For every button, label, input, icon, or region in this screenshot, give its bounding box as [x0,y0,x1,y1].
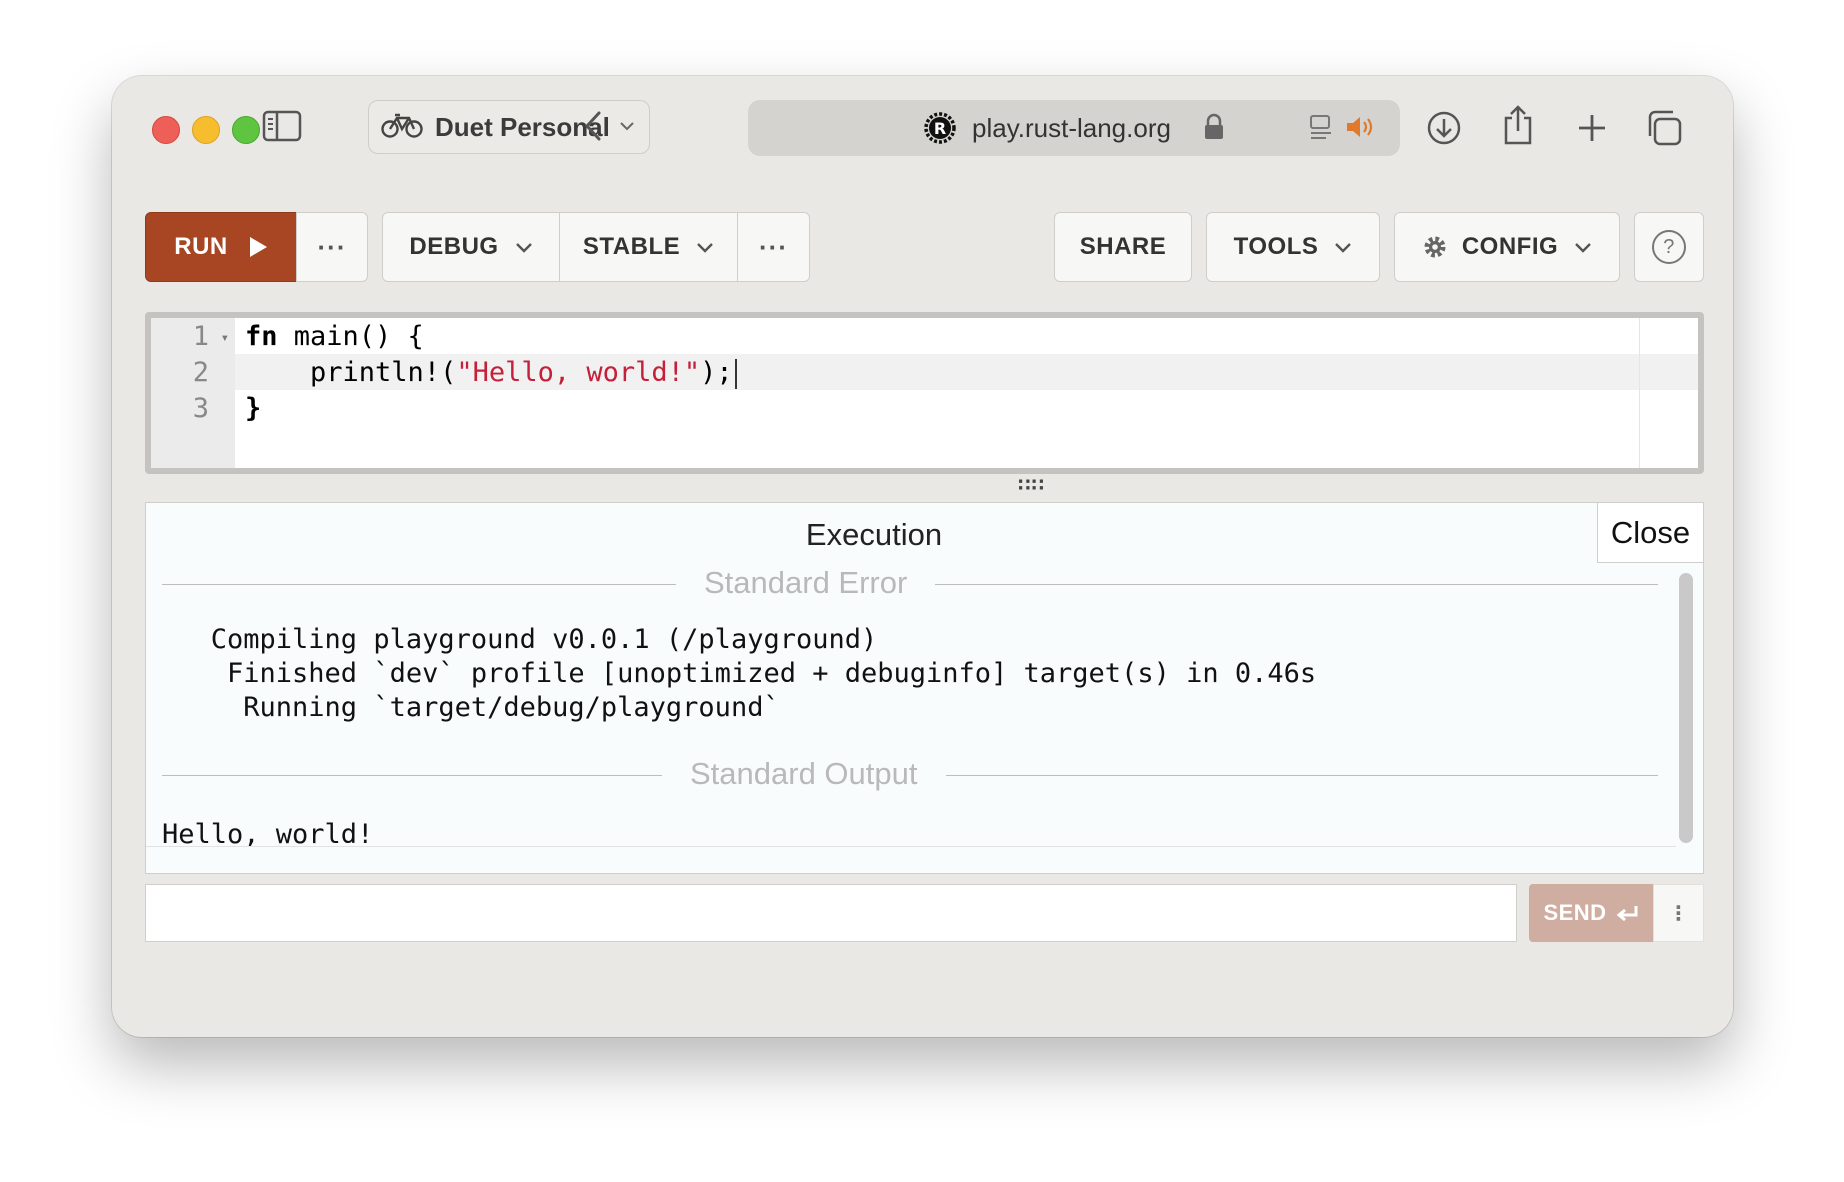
help-icon: ? [1652,230,1686,264]
code-line: } [245,393,261,424]
lock-icon [1204,113,1224,146]
zoom-window-button[interactable] [232,116,260,144]
keyword: fn [245,321,278,352]
print-margin [1639,318,1640,468]
line-number: 2 [192,357,209,388]
line-number: 3 [192,393,209,424]
url-text: play.rust-lang.org [972,113,1171,143]
stderr-line: Compiling playground v0.0.1 (/playground… [162,624,878,655]
reader-mode-icon[interactable] [1308,114,1334,147]
help-glyph: ? [1663,235,1675,258]
code-text: ); [700,357,733,388]
play-icon [248,236,268,258]
fold-arrow-icon[interactable]: ▾ [221,330,229,346]
close-window-button[interactable] [152,116,180,144]
output-panel: Execution Close Standard Error Compiling… [145,502,1704,874]
config-label: CONFIG [1461,233,1559,260]
tools-dropdown[interactable]: TOOLS [1206,212,1380,282]
sidebar-toggle-icon[interactable] [260,104,304,148]
output-footer [146,846,1676,873]
run-button-label: RUN [174,233,228,260]
stdin-input[interactable] [145,884,1517,942]
code-line: println!("Hello, world!"); [245,357,737,389]
gear-icon [1422,234,1448,260]
title-bar: Duet Personal R play.rust-lang.org [112,76,1733,188]
stderr-line: Finished `dev` profile [unoptimized + de… [162,658,1317,689]
stdin-options-button[interactable]: ⋮ [1653,884,1704,942]
chevron-down-icon [696,233,714,261]
share-button[interactable]: SHARE [1054,212,1192,282]
new-tab-icon[interactable] [1570,106,1614,150]
string-literal: "Hello, world!" [456,357,701,388]
back-icon[interactable] [578,106,608,146]
chevron-down-icon [620,118,634,136]
address-bar[interactable]: R play.rust-lang.org [748,100,1400,156]
output-scrollbar[interactable] [1679,573,1693,843]
code-text: main() { [277,321,424,352]
bicycle-icon [381,112,423,143]
mode-dropdown[interactable]: DEBUG [382,212,560,282]
resize-grip-icon[interactable]: ∷∷ [1018,476,1045,494]
chevron-down-icon [1574,233,1592,261]
close-output-button[interactable]: Close [1597,503,1703,563]
line-number-gutter: 1 ▾ 2 3 [151,318,235,468]
minimize-window-button[interactable] [192,116,220,144]
rust-logo-icon: R [924,112,956,149]
channel-dropdown[interactable]: STABLE [559,212,738,282]
svg-text:R: R [934,119,946,138]
line-number: 1 [192,321,209,352]
code-text: } [245,393,262,424]
tab-overview-icon[interactable] [1640,104,1688,152]
stdout-header: Standard Output [662,756,946,792]
stderr-line: Running `target/debug/playground` [162,692,780,723]
run-button[interactable]: RUN [145,212,297,282]
help-button[interactable]: ? [1634,212,1704,282]
run-more-button[interactable]: ··· [296,212,368,282]
vertical-ellipsis-icon: ⋮ [1668,902,1689,925]
stderr-header: Standard Error [676,565,936,601]
text-cursor [734,358,737,389]
tools-label: TOOLS [1233,233,1319,260]
code-text: println!( [245,357,457,388]
ellipsis-icon: ··· [317,231,347,262]
speaker-icon[interactable] [1344,112,1376,147]
share-icon[interactable] [1496,100,1540,150]
chevron-down-icon [1334,233,1352,261]
channel-label: STABLE [582,233,681,260]
send-button[interactable]: SEND [1529,884,1653,942]
share-label: SHARE [1079,233,1167,260]
send-label: SEND [1543,900,1607,925]
chevron-down-icon [515,233,533,261]
return-arrow-icon [1615,904,1639,922]
mode-label: DEBUG [409,233,499,260]
downloads-icon[interactable] [1422,106,1466,150]
advanced-options-button[interactable]: ··· [737,212,810,282]
code-line: fn main() { [245,321,424,352]
ellipsis-icon: ··· [759,231,788,262]
config-dropdown[interactable]: CONFIG [1394,212,1620,282]
output-title: Execution [805,517,943,552]
code-editor[interactable]: 1 ▾ 2 3 fn main() { println!("Hello, wor… [145,312,1704,474]
browser-window: Duet Personal R play.rust-lang.org RUN ·… [112,76,1733,1037]
